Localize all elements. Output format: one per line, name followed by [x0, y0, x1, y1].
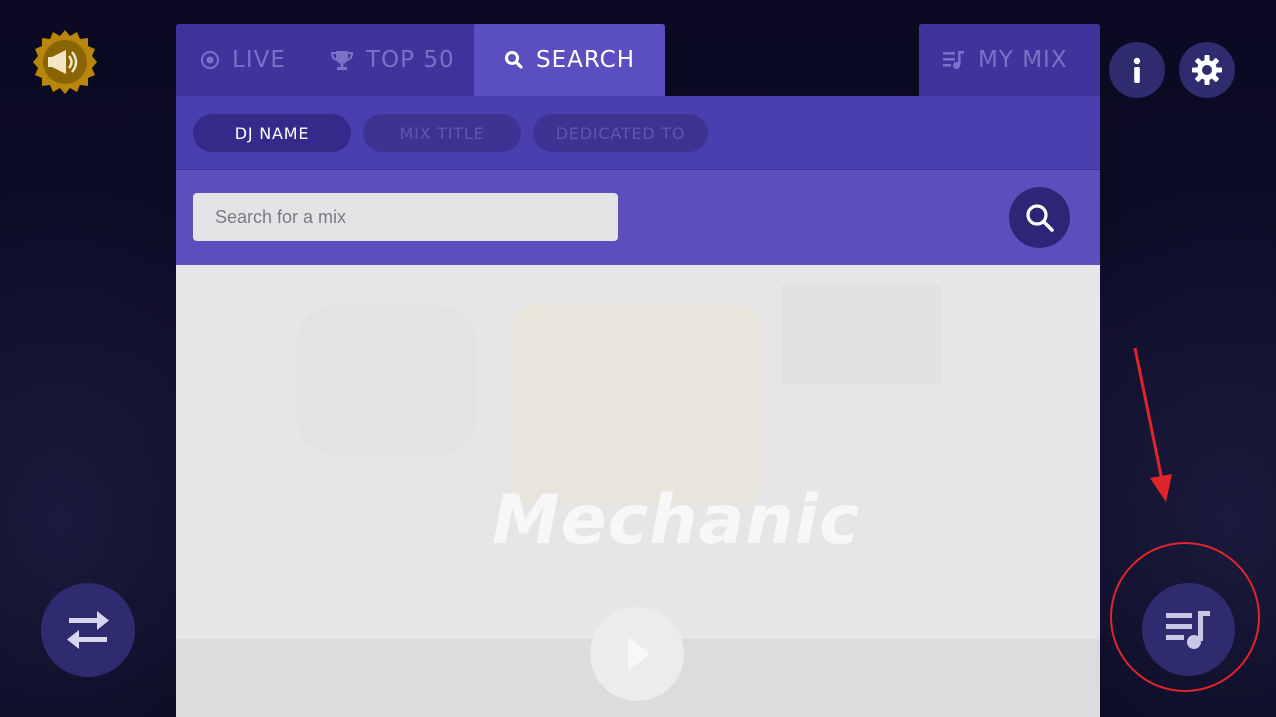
- filter-mix-title[interactable]: MIX TITLE: [363, 114, 521, 152]
- megaphone-badge-icon[interactable]: [32, 29, 98, 95]
- annotation-arrow: [1133, 347, 1172, 502]
- settings-button[interactable]: [1179, 42, 1235, 98]
- tab-my-mix-label: MY MIX: [978, 47, 1068, 73]
- tab-top50[interactable]: TOP 50: [330, 24, 455, 96]
- tab-search-label: SEARCH: [535, 47, 636, 73]
- tab-live[interactable]: LIVE: [200, 24, 286, 96]
- search-input[interactable]: [193, 193, 618, 241]
- trophy-icon: [330, 49, 354, 71]
- swap-button[interactable]: [41, 583, 135, 677]
- tab-bar: LIVE TOP 50 SEARCH MY MIX: [176, 24, 1100, 96]
- results-area: Mechanic: [176, 265, 1100, 717]
- tab-my-mix[interactable]: MY MIX: [942, 24, 1068, 96]
- tab-live-label: LIVE: [232, 47, 286, 73]
- main-panel: LIVE TOP 50 SEARCH MY MIX DJ NAME MIX TI…: [176, 24, 1100, 717]
- search-button[interactable]: [1009, 187, 1070, 248]
- swap-arrows-icon: [67, 611, 109, 649]
- info-button[interactable]: [1109, 42, 1165, 98]
- filter-bar: DJ NAME MIX TITLE DEDICATED TO: [176, 96, 1100, 170]
- info-icon: [1133, 57, 1141, 83]
- search-bar: [176, 170, 1100, 265]
- search-icon: [1025, 203, 1054, 232]
- search-tab-icon: [504, 50, 524, 70]
- live-icon: [200, 50, 220, 70]
- playlist-tab-icon: [942, 49, 966, 71]
- featured-mix-title: Mechanic: [492, 481, 861, 560]
- ghost-shape-right: [781, 285, 941, 385]
- tab-search[interactable]: SEARCH: [474, 24, 665, 96]
- ghost-character-center: [512, 305, 762, 505]
- filter-dj-name[interactable]: DJ NAME: [193, 114, 351, 152]
- gear-icon: [1192, 55, 1222, 85]
- annotation-circle: [1110, 542, 1260, 692]
- play-icon: [590, 607, 684, 701]
- ghost-character-left: [296, 305, 476, 455]
- filter-dedicated-to[interactable]: DEDICATED TO: [533, 114, 708, 152]
- tab-top50-label: TOP 50: [366, 47, 455, 73]
